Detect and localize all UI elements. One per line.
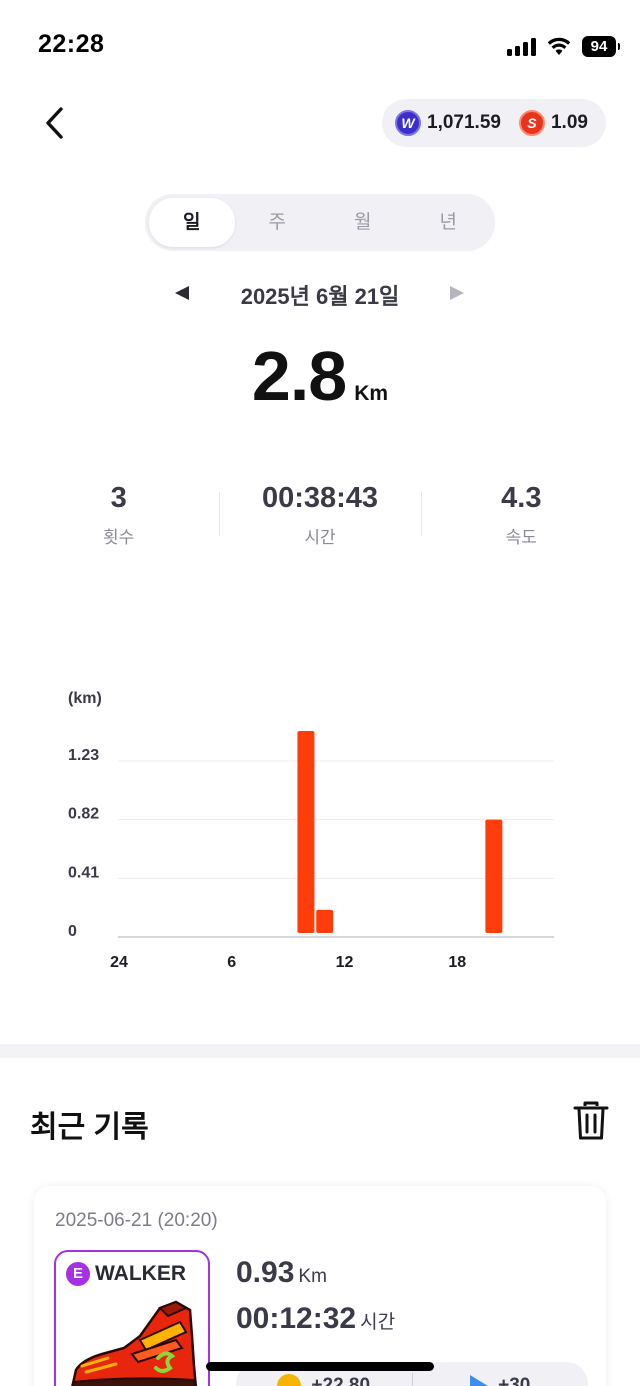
trash-icon[interactable] [572,1100,610,1142]
next-date-arrow-icon[interactable] [450,286,464,300]
x-tick-label: 6 [227,954,236,971]
stat-label: 횟수 [103,528,135,547]
sneaker-image [71,1300,198,1386]
wifi-icon [547,37,571,55]
record-duration-value: 00:12:32 [236,1302,357,1335]
y-tick-label: 1.23 [68,747,99,764]
shoe-type: WALKER [95,1262,186,1285]
tab-week[interactable]: 주 [235,198,321,247]
y-axis-label: (km) [68,690,102,707]
cellular-signal-icon [507,38,539,56]
stat-label: 속도 [505,528,537,547]
x-tick-label: 24 [110,954,128,971]
rarity-badge-icon: E [66,1262,90,1286]
shoe-rarity: E WALKER [66,1262,186,1286]
energy-reward: +30 [413,1375,589,1386]
status-bar: 22:28 94 [0,0,640,90]
chart-bar [485,819,503,933]
chart-bar [316,909,334,933]
tab-day[interactable]: 일 [149,198,235,247]
x-tick-label: 12 [336,954,354,971]
stat-time: 00:38:43 시간 [219,482,420,552]
token-balance-pill[interactable]: W 1,071.59 S 1.09 [382,99,606,147]
w-token-icon: W [395,110,421,136]
record-distance-unit: Km [298,1266,327,1287]
current-date: 2025년 6월 21일 [240,284,400,309]
energy-reward-amount: +30 [498,1375,531,1386]
stat-count: 3 횟수 [18,482,219,552]
distance-unit: Km [354,382,389,405]
battery-indicator: 94 [582,36,620,57]
stats-row: 3 횟수 00:38:43 시간 4.3 속도 [18,482,622,552]
play-icon [470,1375,489,1386]
stat-value: 4.3 [501,482,542,514]
coin-reward: +22.80 [236,1374,412,1386]
record-datetime: 2025-06-21 (20:20) [55,1210,218,1231]
shoe-thumbnail: E WALKER [54,1250,210,1386]
period-selector: 일 주 월 년 [145,194,495,251]
total-distance: 2.8 Km [0,336,640,416]
coin-reward-amount: +22.80 [311,1375,371,1386]
section-divider [0,1044,640,1058]
home-indicator [206,1362,434,1371]
s-token-icon: S [518,110,545,136]
date-navigator: 2025년 6월 21일 [0,276,640,312]
stat-label: 시간 [304,528,336,547]
y-tick-label: 0.82 [68,806,99,823]
chart-bar [297,730,315,933]
hourly-distance-chart: (km) 1.23 0.82 0.41 0 24 6 12 18 [68,690,554,971]
recent-records-title: 최근 기록 [30,1111,149,1144]
w-token-balance: 1,071.59 [427,112,501,133]
y-tick-label: 0 [68,923,77,940]
s-token-balance: 1.09 [550,112,588,133]
status-time: 22:28 [38,30,105,58]
stat-value: 3 [110,482,127,514]
stat-speed: 4.3 속도 [420,482,622,552]
tab-year[interactable]: 년 [406,198,492,247]
record-card[interactable]: 2025-06-21 (20:20) E WALKER 0.93 Km 00:12… [34,1186,606,1386]
stat-value: 00:38:43 [261,482,379,514]
record-distance: 0.93 Km [236,1256,327,1290]
distance-value: 2.8 [251,337,347,415]
chevron-left-icon [46,107,63,139]
previous-date-arrow-icon[interactable] [175,286,189,300]
back-button[interactable] [38,100,72,146]
record-duration: 00:12:32 시간 [236,1302,395,1336]
gold-coin-icon [277,1374,302,1386]
y-tick-label: 0.41 [68,864,99,881]
tab-month[interactable]: 월 [320,198,406,247]
record-distance-value: 0.93 [236,1256,295,1289]
x-tick-label: 18 [448,954,466,971]
record-duration-label: 시간 [360,1312,396,1333]
